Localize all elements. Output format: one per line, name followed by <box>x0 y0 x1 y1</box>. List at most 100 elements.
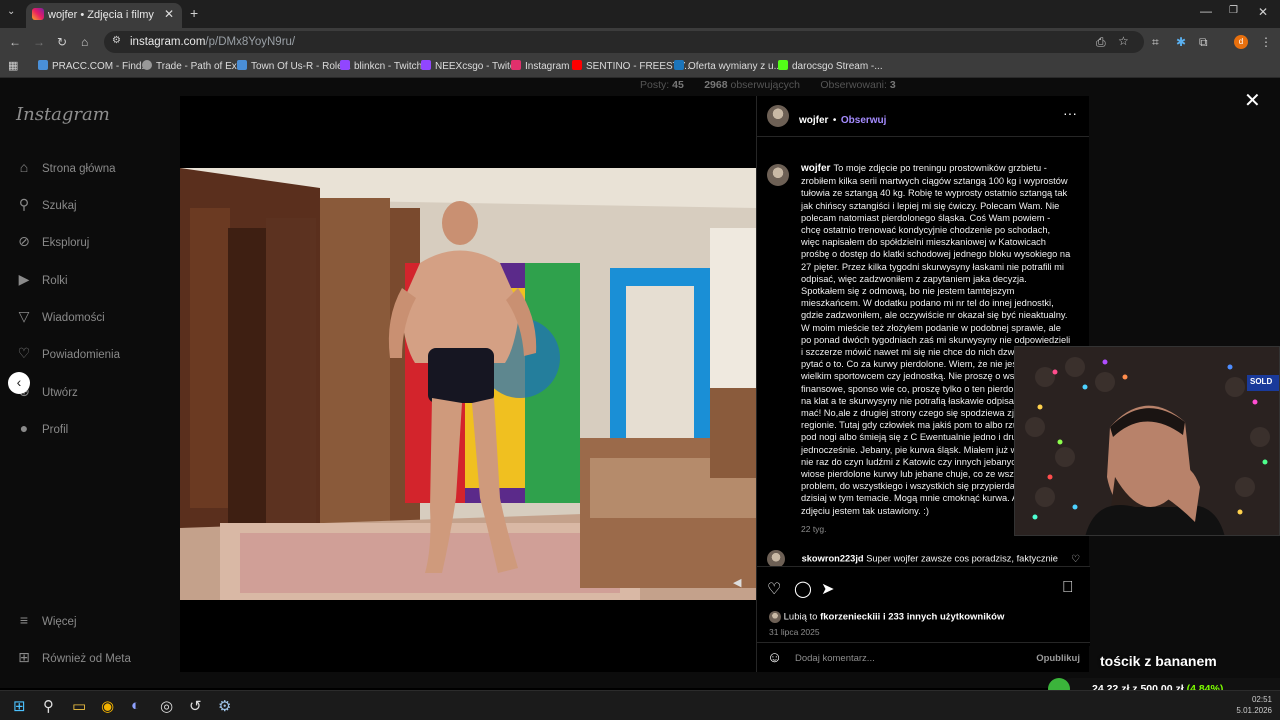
comment-text: Super wojfer zawsze cos poradzisz, fakty… <box>866 553 1058 564</box>
post-actions: ♡ ◯ ➤ ⎕ Lubią to fkorzenieckiii i 233 in… <box>757 566 1090 646</box>
webcam-scene <box>1015 347 1279 535</box>
reload-icon[interactable]: ↻ <box>57 35 67 49</box>
new-tab-icon[interactable]: + <box>190 5 198 21</box>
forward-icon[interactable]: → <box>33 35 45 49</box>
close-modal-button[interactable]: ✕ <box>1244 88 1261 113</box>
browser-tab[interactable]: wojfer • Zdjęcia i filmy Instagra ✕ <box>26 3 182 28</box>
sidebar-item-home[interactable]: ⌂ Strona główna <box>16 159 116 175</box>
post-header: wojfer • Obserwuj <box>799 110 886 128</box>
search-icon[interactable]: ⚲ <box>43 697 54 715</box>
search-icon: ⚲ <box>18 196 30 212</box>
compass-icon: ⊘ <box>18 233 30 249</box>
caption-avatar[interactable] <box>767 164 789 186</box>
donation-goal-title: tościk z bananem <box>1100 653 1217 669</box>
likes-count: i 233 innych użytkowników <box>882 611 1005 623</box>
sidebar-item-more[interactable]: ≡ Więcej <box>16 612 77 628</box>
back-icon[interactable]: ← <box>9 35 21 49</box>
author-avatar[interactable] <box>767 105 789 127</box>
start-menu-icon[interactable]: ⊞ <box>13 697 26 715</box>
browser-tab-strip: ⌄ wojfer • Zdjęcia i filmy Instagra ✕ + … <box>0 0 1280 28</box>
sidebar-item-explore[interactable]: ⊘ Eksploruj <box>16 233 89 250</box>
extensions-puzzle-icon[interactable]: ⧉ <box>1199 35 1208 50</box>
obs-icon[interactable]: ◎ <box>160 697 173 715</box>
bookmark-item[interactable]: Instagram <box>511 60 569 72</box>
bookmark-item[interactable]: blinkcn - Twitch <box>340 60 422 72</box>
sidebar-item-search[interactable]: ⚲ Szukaj <box>16 196 77 213</box>
file-explorer-icon[interactable]: ▭ <box>72 697 86 715</box>
reels-icon: ▶ <box>18 271 30 287</box>
tab-title: wojfer • Zdjęcia i filmy Instagra <box>48 9 158 21</box>
bookmark-star-icon[interactable]: ☆ <box>1118 34 1129 48</box>
minimize-icon[interactable]: — <box>1200 4 1212 18</box>
instagram-favicon-icon <box>32 8 44 20</box>
url-text: instagram.com/p/DMx8YoyN9ru/ <box>130 36 296 48</box>
bookmark-item[interactable]: Oferta wymiany z u... <box>674 60 782 72</box>
browser-menu-icon[interactable]: ⋮ <box>1260 35 1272 49</box>
sidebar-item-notifications[interactable]: ♡ Powiadomienia <box>16 345 120 362</box>
commenter-username[interactable]: skowron223jd <box>802 553 864 563</box>
cam-sign-text: SOLD <box>1250 377 1273 386</box>
mute-icon[interactable]: ◀ <box>733 576 741 589</box>
sidebar-item-meta[interactable]: ⊞ Również od Meta <box>16 649 131 666</box>
app-icon[interactable]: ↺ <box>189 697 202 715</box>
install-app-icon[interactable]: ⎙ <box>1096 35 1106 50</box>
browser-toolbar: ← → ↻ ⌂ ⚙ instagram.com/p/DMx8YoyN9ru/ ⎙… <box>0 28 1280 56</box>
author-username[interactable]: wojfer <box>799 115 828 126</box>
bookmark-item[interactable]: Trade - Path of Exile <box>142 60 247 72</box>
follow-button[interactable]: Obserwuj <box>841 115 887 126</box>
bookmark-item[interactable]: Town Of Us-R - Role... <box>237 60 351 72</box>
liker-avatar <box>769 611 781 623</box>
sidebar-item-messages[interactable]: ▽ Wiadomości <box>16 308 105 325</box>
post-date: 31 lipca 2025 <box>769 627 820 637</box>
bookmark-item[interactable]: darocsgo Stream -... <box>778 60 883 72</box>
window-close-icon[interactable]: ✕ <box>1258 5 1268 19</box>
webcam-overlay: SOLD <box>1014 346 1280 536</box>
header-divider <box>757 136 1089 137</box>
comment-input[interactable]: Dodaj komentarz... <box>795 653 875 664</box>
close-icon: ✕ <box>1244 90 1261 112</box>
sidebar-item-reels[interactable]: ▶ Rolki <box>16 271 68 288</box>
chevron-left-icon: ‹ <box>16 374 22 390</box>
tab-close-icon[interactable]: ✕ <box>164 7 174 21</box>
clock-time: 02:51 <box>1251 695 1272 704</box>
clock-date: 5.01.2026 <box>1236 706 1272 715</box>
instagram-logo[interactable]: Instagram <box>16 104 110 125</box>
tab-search-icon[interactable]: ⌄ <box>7 6 15 17</box>
maximize-icon[interactable]: ❐ <box>1229 5 1238 16</box>
avatar-icon: ● <box>19 420 29 436</box>
steam-icon[interactable]: ⚙ <box>218 697 231 715</box>
menu-icon: ≡ <box>19 612 29 628</box>
address-bar[interactable]: ⚙ instagram.com/p/DMx8YoyN9ru/ ⎙ ☆ <box>104 31 1144 53</box>
apps-grid-icon[interactable]: ▦ <box>8 59 18 72</box>
system-clock[interactable]: 02:51 5.01.2026 <box>1236 694 1272 716</box>
chrome-icon[interactable]: ◉ <box>101 697 114 715</box>
profile-avatar-icon[interactable]: d <box>1234 35 1248 49</box>
home-icon: ⌂ <box>19 159 29 175</box>
caption-username[interactable]: wojfer <box>801 163 830 174</box>
emoji-icon[interactable]: ☺ <box>767 649 782 666</box>
more-options-icon[interactable]: ··· <box>1063 105 1077 121</box>
gym-photo-illustration <box>180 168 756 600</box>
previous-post-button[interactable]: ‹ <box>8 372 30 394</box>
liker-username: fkorzenieckiii <box>820 611 881 623</box>
messages-icon: ▽ <box>18 308 30 324</box>
publish-button[interactable]: Opublikuj <box>1036 653 1080 664</box>
profile-stats-background: Posty: 45 2968 obserwujących Obserwowani… <box>640 79 896 91</box>
home-icon[interactable]: ⌂ <box>81 35 88 49</box>
bookmark-item[interactable]: PRACC.COM - Find... <box>38 60 150 72</box>
likes-summary[interactable]: Lubią to fkorzenieckiii i 233 innych uży… <box>769 611 1004 623</box>
comment-like-icon[interactable]: ♡ <box>1071 554 1080 565</box>
post-media[interactable]: ◀ <box>180 96 756 672</box>
like-icon[interactable]: ♡ <box>767 579 781 599</box>
site-info-icon[interactable]: ⚙ <box>112 35 121 46</box>
post-photo <box>180 168 756 600</box>
bookmark-item[interactable]: NEEXcsgo - Twitch <box>421 60 520 72</box>
extension-2-icon[interactable]: ✱ <box>1176 35 1186 49</box>
heart-icon: ♡ <box>17 345 31 361</box>
extension-icon[interactable]: ⌗ <box>1152 35 1159 50</box>
discord-icon[interactable]: ◐ <box>131 697 140 714</box>
comment-icon[interactable]: ◯ <box>794 579 812 599</box>
save-bookmark-icon[interactable]: ⎕ <box>1063 579 1073 597</box>
sidebar-item-profile[interactable]: ● Profil <box>16 420 68 436</box>
share-icon[interactable]: ➤ <box>821 579 834 599</box>
